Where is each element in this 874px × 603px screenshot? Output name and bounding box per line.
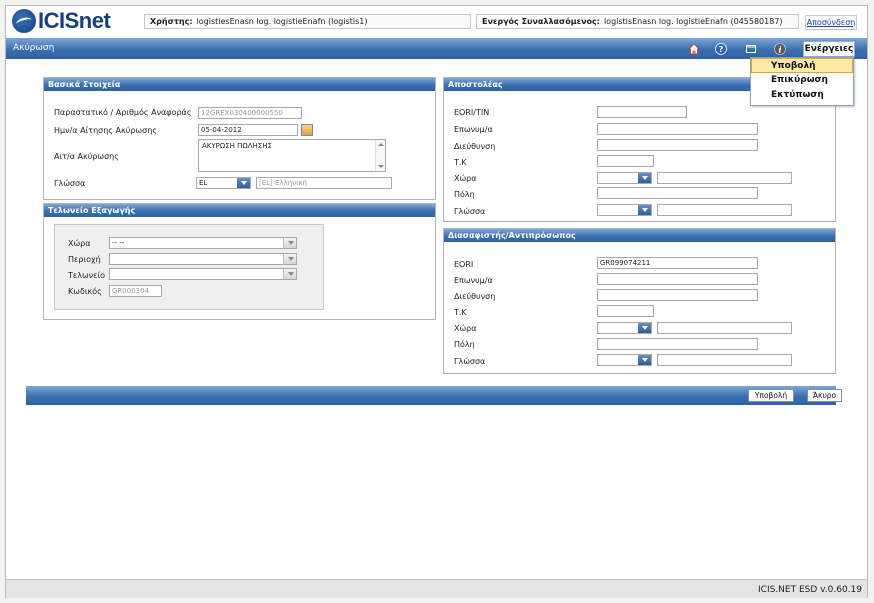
info-icon[interactable]: i bbox=[774, 43, 786, 55]
language-description: [EL] Ελληνική bbox=[256, 177, 392, 189]
bottom-action-bar: Υποβολή Άκυρο bbox=[26, 386, 842, 405]
window-icon[interactable] bbox=[745, 43, 757, 55]
trader-value: logistisEnasn log. logistieEnafn (045580… bbox=[603, 17, 783, 26]
customs-office-panel: Τελωνείο Εξαγωγής Χώρα -- -- Περιοχή Τελ… bbox=[43, 203, 436, 320]
declarant-name-label: Επωνυμ/α bbox=[454, 276, 493, 285]
svg-text:i: i bbox=[778, 45, 781, 55]
textarea-scrollbar[interactable] bbox=[375, 140, 385, 171]
help-icon[interactable]: ? bbox=[715, 43, 727, 55]
customs-code-label: Κωδικός bbox=[68, 287, 102, 296]
chevron-down-icon bbox=[237, 178, 250, 188]
declarant-country-description bbox=[657, 322, 792, 334]
sender-address-label: Διεύθυνση bbox=[454, 142, 496, 151]
sender-language-description bbox=[657, 204, 792, 216]
cancel-date-input[interactable]: 05-04-2012 bbox=[198, 124, 298, 136]
cancel-button[interactable]: Άκυρο bbox=[807, 389, 842, 402]
declarant-zip-label: Τ.Κ bbox=[454, 308, 467, 317]
svg-text:?: ? bbox=[719, 45, 724, 54]
declarant-zip-input[interactable] bbox=[597, 305, 654, 317]
actions-menu: Υποβολή Επικύρωση Εκτύπωση bbox=[750, 57, 854, 106]
menu-item-validate[interactable]: Επικύρωση bbox=[751, 73, 853, 88]
basic-data-panel: Βασικά Στοιχεία Παραστατικό / Αριθμός Αν… bbox=[43, 77, 436, 200]
sender-zip-label: Τ.Κ bbox=[454, 158, 467, 167]
declarant-header: Διασαφιστής/Αντιπρόσωπος bbox=[444, 229, 835, 242]
declarant-address-label: Διεύθυνση bbox=[454, 292, 496, 301]
customs-country-label: Χώρα bbox=[68, 239, 91, 248]
customs-office-header: Τελωνείο Εξαγωγής bbox=[44, 204, 435, 217]
user-label: Χρήστης: bbox=[150, 17, 193, 26]
sender-country-label: Χώρα bbox=[454, 174, 477, 183]
declarant-language-description bbox=[657, 354, 792, 366]
ref-number-input[interactable]: 12GREX030400000550 bbox=[198, 107, 302, 119]
sender-eori-label: EORI/TIN bbox=[454, 108, 490, 117]
customs-country-value: -- -- bbox=[112, 239, 125, 247]
page-title: Ακύρωση bbox=[13, 43, 55, 53]
top-bar: ICISnet Χρήστης: logistiesEnasn log. logi… bbox=[6, 6, 867, 36]
declarant-language-select[interactable] bbox=[597, 354, 652, 366]
cancel-reason-text: ΑΚΥΡΩΣΗ ΠΩΛΗΣΗΣ bbox=[202, 142, 272, 150]
app-logo: ICISnet bbox=[12, 8, 111, 33]
sender-zip-input[interactable] bbox=[597, 155, 654, 167]
menu-item-print[interactable]: Εκτύπωση bbox=[751, 88, 853, 103]
logout-link[interactable]: Αποσύνδεση bbox=[805, 15, 857, 30]
sender-address-input[interactable] bbox=[597, 139, 758, 151]
sender-name-input[interactable] bbox=[597, 123, 758, 135]
chevron-down-icon bbox=[283, 269, 296, 279]
sender-language-label: Γλώσσα bbox=[454, 207, 486, 216]
declarant-city-input[interactable] bbox=[597, 338, 758, 350]
declarant-name-input[interactable] bbox=[597, 273, 758, 285]
active-trader-box: Ενεργός Συναλλασόμενος: logistisEnasn log… bbox=[476, 14, 799, 29]
chevron-down-icon bbox=[638, 173, 651, 183]
customs-inner-box: Χώρα -- -- Περιοχή Τελωνείο Κωδικός GR00… bbox=[54, 224, 324, 310]
declarant-country-label: Χώρα bbox=[454, 324, 477, 333]
chevron-down-icon bbox=[283, 254, 296, 264]
customs-region-label: Περιοχή bbox=[68, 255, 101, 264]
user-value: logistiesEnasn log. logistieEnafn (logis… bbox=[196, 17, 368, 26]
language-code: EL bbox=[199, 179, 208, 187]
page-title-bar: Ακύρωση ? i bbox=[6, 38, 867, 59]
declarant-eori-input[interactable]: GR099074211 bbox=[597, 257, 758, 269]
declarant-country-select[interactable] bbox=[597, 322, 652, 334]
customs-region-select[interactable] bbox=[109, 253, 297, 265]
status-footer: ICIS.NET ESD v.0.60.19 bbox=[6, 579, 867, 598]
sender-country-select[interactable] bbox=[597, 172, 652, 184]
actions-button[interactable]: Ενέργειες bbox=[803, 41, 855, 57]
declarant-address-input[interactable] bbox=[597, 289, 758, 301]
declarant-eori-label: EORI bbox=[454, 260, 474, 269]
customs-code-input: GR000304 bbox=[109, 285, 162, 297]
globe-logo-icon bbox=[12, 9, 36, 33]
date-label: Ημν/α Αίτησης Ακύρωσης bbox=[54, 126, 157, 135]
menu-item-submit[interactable]: Υποβολή bbox=[751, 58, 853, 73]
home-icon[interactable] bbox=[688, 43, 700, 55]
sender-country-description bbox=[657, 172, 792, 184]
customs-country-select[interactable]: -- -- bbox=[109, 237, 297, 249]
app-window: { "app": { "logo_text": "ICISnet" }, "he… bbox=[5, 5, 868, 598]
chevron-down-icon bbox=[638, 205, 651, 215]
declarant-panel: Διασαφιστής/Αντιπρόσωπος EORI GR09907421… bbox=[443, 228, 836, 374]
chevron-down-icon bbox=[638, 355, 651, 365]
declarant-language-label: Γλώσσα bbox=[454, 357, 486, 366]
sender-city-input[interactable] bbox=[597, 187, 758, 199]
chevron-down-icon bbox=[638, 323, 651, 333]
declarant-city-label: Πόλη bbox=[454, 340, 475, 349]
calendar-icon[interactable] bbox=[301, 124, 313, 136]
chevron-down-icon bbox=[283, 238, 296, 248]
trader-label: Ενεργός Συναλλασόμενος: bbox=[482, 17, 600, 26]
language-select[interactable]: EL bbox=[196, 177, 251, 189]
customs-office-label: Τελωνείο bbox=[68, 271, 106, 280]
customs-office-select[interactable] bbox=[109, 268, 297, 280]
sender-eori-input[interactable] bbox=[597, 106, 687, 118]
language-label: Γλώσσα bbox=[54, 179, 86, 188]
submit-button[interactable]: Υποβολή bbox=[748, 389, 794, 402]
ref-label: Παραστατικό / Αριθμός Αναφοράς bbox=[54, 108, 192, 117]
sender-name-label: Επωνυμ/α bbox=[454, 125, 493, 134]
version-label: ICIS.NET ESD v.0.60.19 bbox=[758, 585, 862, 595]
sender-language-select[interactable] bbox=[597, 204, 652, 216]
current-user-box: Χρήστης: logistiesEnasn log. logistieEnaf… bbox=[144, 14, 471, 29]
cancel-reason-textarea[interactable]: ΑΚΥΡΩΣΗ ΠΩΛΗΣΗΣ bbox=[198, 139, 386, 172]
sender-city-label: Πόλη bbox=[454, 190, 475, 199]
reason-label: Αιτ/α Ακύρωσης bbox=[54, 152, 119, 161]
basic-data-header: Βασικά Στοιχεία bbox=[44, 78, 435, 91]
